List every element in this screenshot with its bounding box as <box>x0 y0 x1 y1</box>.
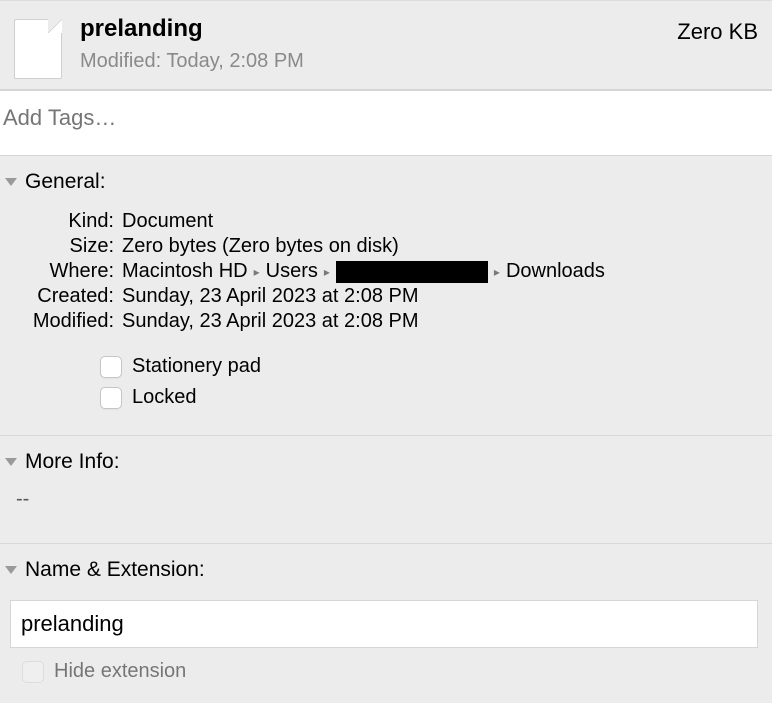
file-modified-line: Modified: Today, 2:08 PM <box>80 50 758 73</box>
section-more-info: More Info: -- <box>0 436 772 544</box>
locked-checkbox[interactable] <box>100 387 122 409</box>
row-locked: Locked <box>100 386 768 409</box>
section-name-extension-title: Name & Extension: <box>25 558 205 582</box>
path-separator-icon: ▸ <box>488 265 506 279</box>
chevron-down-icon <box>5 178 17 186</box>
section-general-title: General: <box>25 170 106 194</box>
header-text: prelanding Modified: Today, 2:08 PM <box>80 15 758 73</box>
section-more-info-title: More Info: <box>25 450 120 474</box>
row-where: Where: Macintosh HD ▸ Users ▸ ▸ Download… <box>4 260 768 283</box>
document-icon <box>14 19 62 79</box>
row-size: Size: Zero bytes (Zero bytes on disk) <box>4 235 768 258</box>
file-size: Zero KB <box>677 19 758 45</box>
created-label: Created: <box>4 285 122 308</box>
path-seg-0: Macintosh HD <box>122 260 248 283</box>
name-extension-body: Hide extension <box>4 586 768 691</box>
path-seg-redacted <box>336 261 488 283</box>
file-header: prelanding Modified: Today, 2:08 PM Zero… <box>0 0 772 90</box>
more-info-content: -- <box>4 478 768 531</box>
created-value: Sunday, 23 April 2023 at 2:08 PM <box>122 285 419 308</box>
chevron-down-icon <box>5 566 17 574</box>
row-created: Created: Sunday, 23 April 2023 at 2:08 P… <box>4 285 768 308</box>
row-hide-extension: Hide extension <box>22 660 750 683</box>
size-value: Zero bytes (Zero bytes on disk) <box>122 235 399 258</box>
row-kind: Kind: Document <box>4 210 768 233</box>
path-separator-icon: ▸ <box>318 265 336 279</box>
file-title: prelanding <box>80 15 758 44</box>
chevron-down-icon <box>5 458 17 466</box>
modified-value: Today, 2:08 PM <box>166 50 303 72</box>
hide-extension-label: Hide extension <box>54 660 186 683</box>
path-seg-1: Users <box>266 260 318 283</box>
path-seg-3: Downloads <box>506 260 605 283</box>
section-name-extension: Name & Extension: Hide extension <box>0 544 772 703</box>
where-label: Where: <box>4 260 122 283</box>
section-general: General: Kind: Document Size: Zero bytes… <box>0 156 772 436</box>
general-body: Kind: Document Size: Zero bytes (Zero by… <box>4 198 768 423</box>
row-stationery: Stationery pad <box>100 355 768 378</box>
filename-input[interactable] <box>10 600 758 648</box>
row-modified: Modified: Sunday, 23 April 2023 at 2:08 … <box>4 310 768 333</box>
section-more-info-header[interactable]: More Info: <box>4 446 768 478</box>
tags-input[interactable] <box>0 90 772 156</box>
modified-prefix: Modified: <box>80 50 161 72</box>
size-label: Size: <box>4 235 122 258</box>
stationery-checkbox[interactable] <box>100 356 122 378</box>
hide-extension-checkbox[interactable] <box>22 661 44 683</box>
kind-label: Kind: <box>4 210 122 233</box>
section-general-header[interactable]: General: <box>4 166 768 198</box>
modified-value: Sunday, 23 April 2023 at 2:08 PM <box>122 310 419 333</box>
path-separator-icon: ▸ <box>248 265 266 279</box>
modified-label: Modified: <box>4 310 122 333</box>
kind-value: Document <box>122 210 213 233</box>
section-name-extension-header[interactable]: Name & Extension: <box>4 554 768 586</box>
locked-label: Locked <box>132 386 197 409</box>
stationery-label: Stationery pad <box>132 355 261 378</box>
where-value: Macintosh HD ▸ Users ▸ ▸ Downloads <box>122 260 605 283</box>
